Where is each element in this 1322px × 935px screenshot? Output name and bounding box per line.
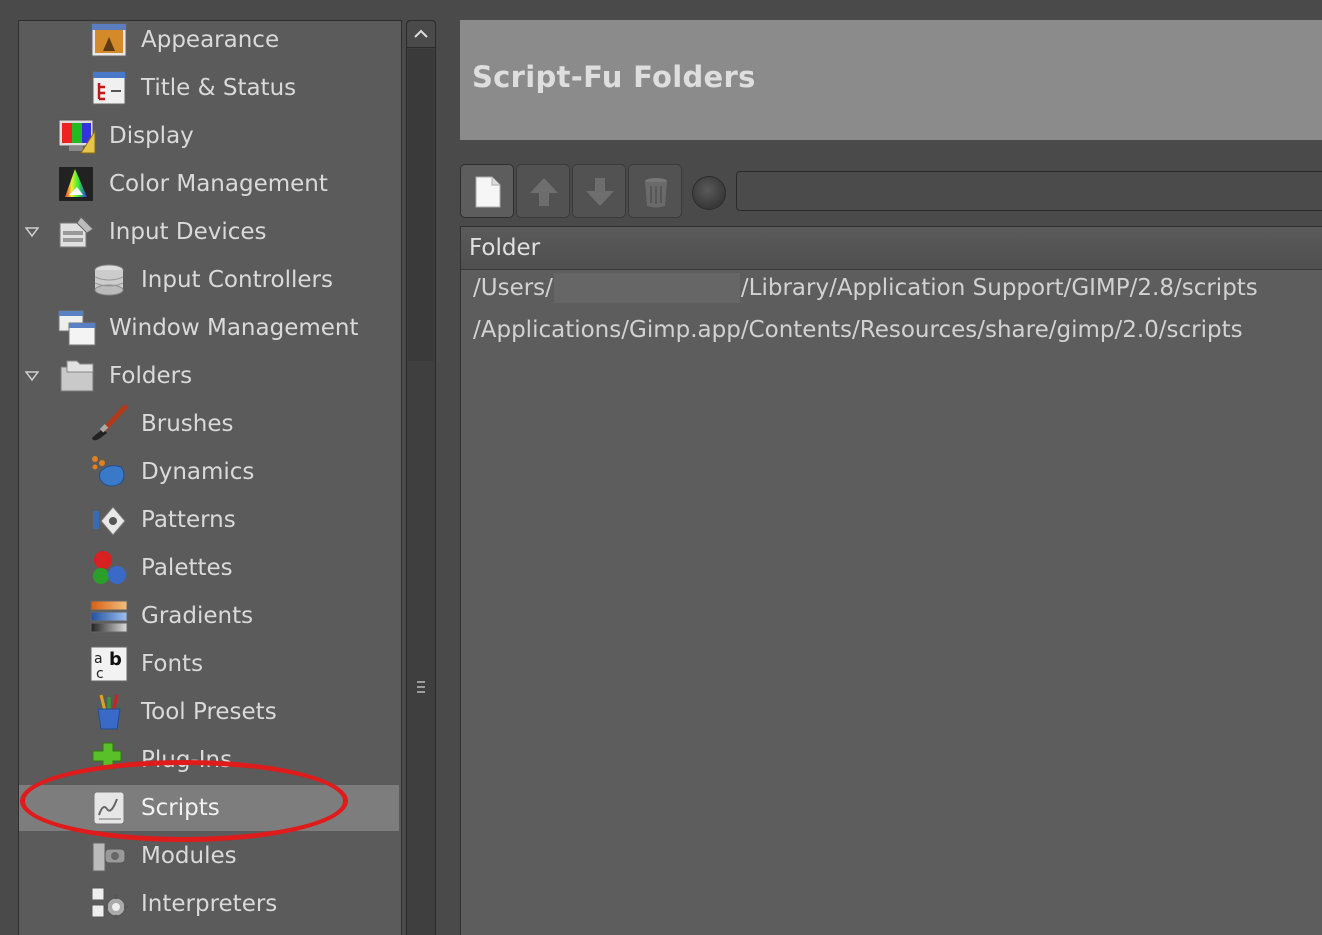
tree-item-color-management[interactable]: Color Management [19, 161, 399, 207]
expander-open-icon[interactable] [24, 224, 40, 238]
patterns-icon [89, 501, 129, 539]
color-management-icon [57, 165, 97, 203]
display-icon [57, 117, 97, 155]
preferences-tree: Appearance Title & Status Display Color … [18, 20, 402, 935]
tree-item-label: Title & Status [141, 75, 297, 101]
input-devices-icon [57, 213, 97, 251]
tree-item-palettes[interactable]: Palettes [19, 545, 399, 591]
tree-item-label: Plug-Ins [141, 747, 233, 773]
tree-item-label: Input Devices [109, 219, 267, 245]
tree-item-label: Color Management [109, 171, 328, 197]
tree-item-appearance[interactable]: Appearance [19, 21, 399, 63]
tree-item-brushes[interactable]: Brushes [19, 401, 399, 447]
tree-item-label: Gradients [141, 603, 254, 629]
folder-path-suffix: /Library/Application Support/GIMP/2.8/sc… [740, 275, 1258, 301]
tree-item-label: Input Controllers [141, 267, 333, 293]
chevron-up-icon [414, 29, 428, 38]
panel-header: Script-Fu Folders [460, 20, 1322, 140]
tree-item-label: Dynamics [141, 459, 255, 485]
move-up-button[interactable] [516, 164, 570, 218]
tree-item-plug-ins[interactable]: Plug-Ins [19, 737, 399, 783]
tree-item-modules[interactable]: Modules [19, 833, 399, 879]
tree-item-label: Brushes [141, 411, 234, 437]
expander-open-icon[interactable] [24, 368, 40, 382]
tool-presets-icon [89, 693, 129, 731]
tree-item-input-devices[interactable]: Input Devices [19, 209, 399, 255]
folder-path-input[interactable] [736, 171, 1322, 211]
tree-item-label: Modules [141, 843, 237, 869]
tree-scrollbar[interactable] [406, 20, 436, 935]
fonts-icon: abc [89, 645, 129, 683]
tree-item-label: Patterns [141, 507, 236, 533]
dynamics-icon [89, 453, 129, 491]
palettes-icon [89, 549, 129, 587]
interpreters-icon [89, 885, 129, 923]
tree-item-label: Palettes [141, 555, 233, 581]
brushes-icon [89, 405, 129, 443]
folders-icon [57, 357, 97, 395]
appearance-icon [89, 21, 129, 59]
tree-item-scripts[interactable]: Scripts [19, 785, 399, 831]
tree-item-title-status[interactable]: Title & Status [19, 65, 399, 111]
tree-item-label: Fonts [141, 651, 204, 677]
tree-item-input-controllers[interactable]: Input Controllers [19, 257, 399, 303]
page-title: Script-Fu Folders [472, 60, 756, 94]
gradients-icon [89, 597, 129, 635]
tree-item-display[interactable]: Display [19, 113, 399, 159]
title-status-icon [89, 69, 129, 107]
writable-status-indicator [692, 176, 726, 210]
tree-item-tool-presets[interactable]: Tool Presets [19, 689, 399, 735]
tree-item-folders[interactable]: Folders [19, 353, 399, 399]
move-down-button[interactable] [572, 164, 626, 218]
column-header-label: Folder [469, 235, 541, 261]
scripts-icon [89, 789, 129, 827]
input-controllers-icon [89, 261, 129, 299]
scroll-up-button[interactable] [407, 21, 435, 48]
modules-icon [89, 837, 129, 875]
folder-path: /Applications/Gimp.app/Contents/Resource… [473, 317, 1243, 343]
plug-ins-icon [89, 741, 129, 779]
arrow-down-icon [586, 178, 614, 206]
svg-text:c: c [96, 666, 104, 682]
folder-row[interactable]: /Applications/Gimp.app/Contents/Resource… [473, 317, 1322, 359]
tree-item-gradients[interactable]: Gradients [19, 593, 399, 639]
tree-item-label: Window Management [109, 315, 359, 341]
svg-text:a: a [94, 651, 103, 667]
folder-row[interactable]: /Users/ /Library/Application Support/GIMP… [473, 272, 1322, 317]
tree-item-dynamics[interactable]: Dynamics [19, 449, 399, 495]
tree-item-window-management[interactable]: Window Management [19, 305, 399, 351]
tree-item-label: Scripts [141, 795, 220, 821]
tree-item-fonts[interactable]: abc Fonts [19, 641, 399, 687]
tree-item-label: Interpreters [141, 891, 278, 917]
tree-item-label: Display [109, 123, 194, 149]
svg-text:b: b [109, 649, 122, 670]
tree-item-patterns[interactable]: Patterns [19, 497, 399, 543]
tree-item-label: Tool Presets [141, 699, 277, 725]
tree-item-label: Appearance [141, 27, 280, 53]
window-management-icon [57, 309, 97, 347]
arrow-up-icon [530, 178, 558, 206]
folder-path-prefix: /Users/ [473, 275, 553, 301]
trash-icon [645, 178, 667, 208]
tree-item-interpreters[interactable]: Interpreters [19, 881, 399, 927]
scrollbar-thumb[interactable] [408, 49, 434, 361]
column-header-folder[interactable]: Folder [461, 227, 1322, 270]
folder-list[interactable]: Folder /Users/ /Library/Application Suppo… [460, 226, 1322, 935]
tree-item-label: Folders [109, 363, 193, 389]
new-document-icon [475, 176, 501, 208]
new-folder-button[interactable] [460, 164, 514, 218]
redacted-username [553, 272, 740, 303]
delete-folder-button[interactable] [628, 164, 682, 218]
pane-resize-grip-icon[interactable] [416, 679, 426, 695]
